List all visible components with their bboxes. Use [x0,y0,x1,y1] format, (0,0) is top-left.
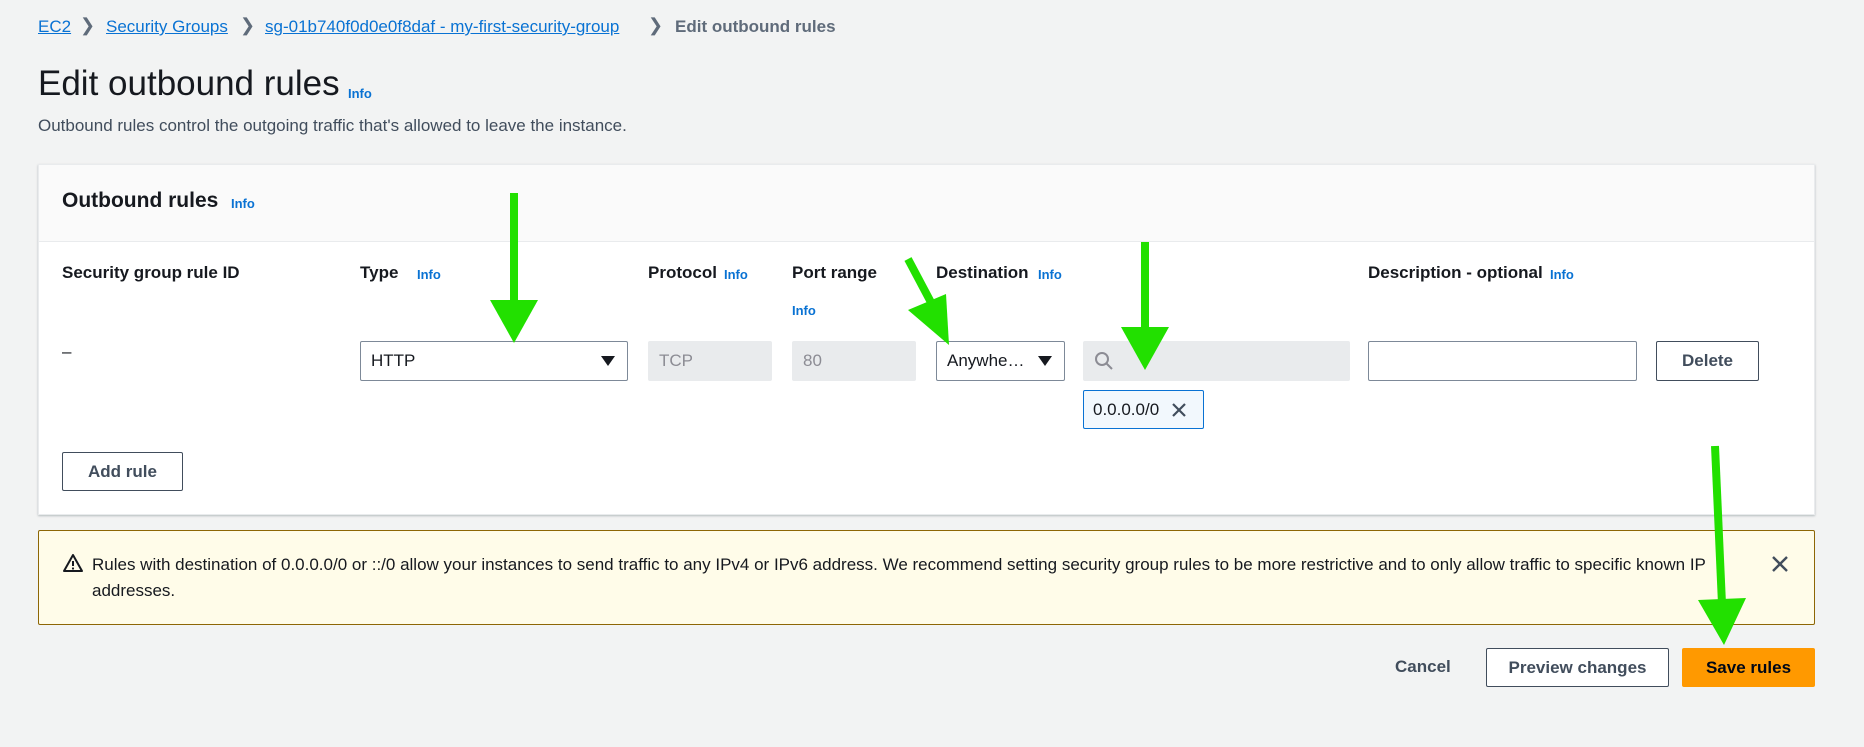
annotation-arrow [904,257,949,345]
annotation-arrow [1121,242,1169,370]
annotation-arrows [490,193,1746,645]
annotation-arrow [1698,445,1746,645]
annotation-arrow [490,193,538,343]
